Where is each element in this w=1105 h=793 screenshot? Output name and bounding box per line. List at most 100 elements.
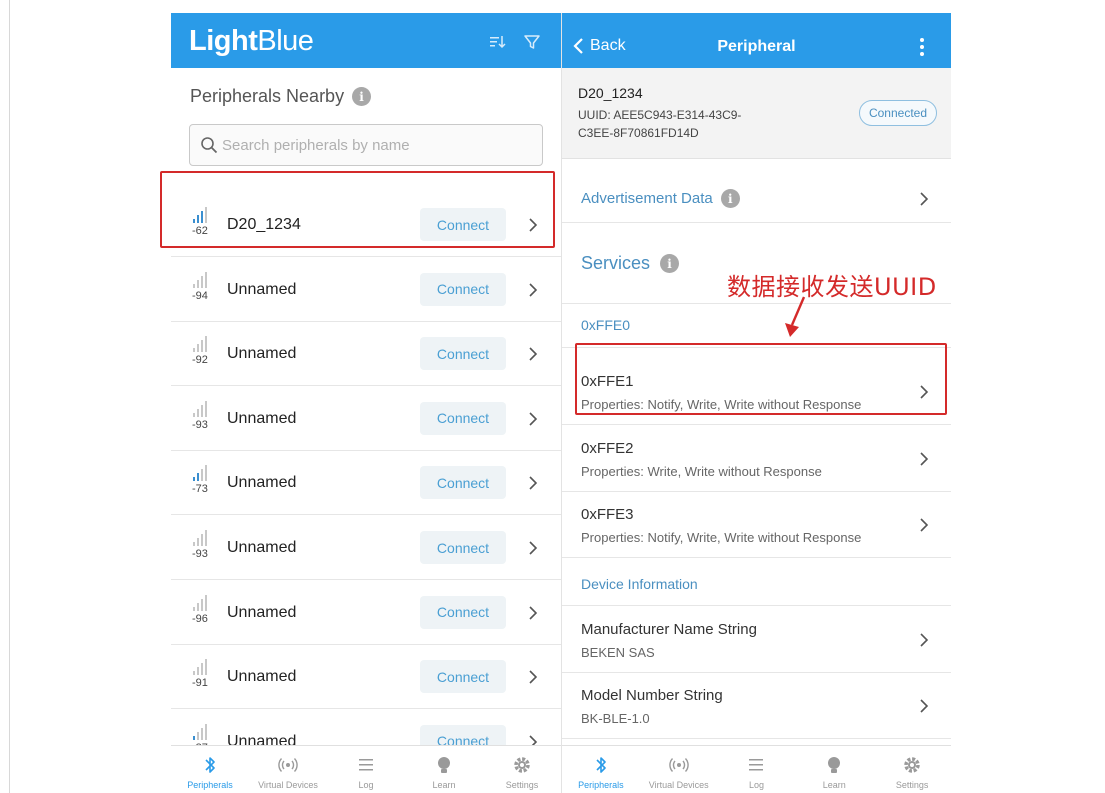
chevron-right-icon (529, 670, 538, 684)
virtual-device-icon (668, 758, 689, 772)
device-row[interactable]: -93 Unnamed Connect (171, 516, 561, 580)
screen-title: Peripheral (717, 38, 796, 55)
tab-label: Peripherals (578, 780, 624, 790)
tab-learn[interactable]: Learn (795, 746, 873, 793)
tab-bar-left: Peripherals Virtual Devices Log Learn Settin… (171, 745, 561, 793)
device-info-row[interactable]: Manufacturer Name String BEKEN SAS (562, 607, 951, 673)
device-row[interactable]: -92 Unnamed Connect (171, 322, 561, 387)
bluetooth-icon (205, 757, 215, 773)
tab-log[interactable]: Log (327, 746, 405, 793)
tab-label: Learn (432, 780, 456, 790)
device-name: Unnamed (227, 280, 297, 298)
list-icon (749, 759, 764, 771)
peripheral-top-bar: Back Peripheral (562, 13, 951, 68)
tab-peripherals[interactable]: Peripherals (562, 746, 640, 793)
info-name: Manufacturer Name String (581, 621, 757, 638)
section-title: Peripherals Nearby (190, 86, 345, 106)
search-input[interactable] (222, 136, 522, 154)
more-options-icon[interactable] (919, 37, 925, 57)
tab-log[interactable]: Log (718, 746, 796, 793)
highlight-box-characteristic (575, 343, 947, 415)
connect-button[interactable]: Connect (420, 660, 506, 694)
characteristic-uuid: 0xFFE2 (581, 439, 634, 457)
divider (562, 303, 951, 304)
characteristic-row[interactable]: 0xFFE2 Properties: Write, Write without R… (562, 426, 951, 492)
service-uuid-label: 0xFFE0 (581, 317, 631, 333)
tab-bar-right: Peripherals Virtual Devices Log Learn Settin… (562, 745, 951, 793)
signal-strength: -73 (192, 463, 210, 503)
connect-button[interactable]: Connect (420, 595, 506, 629)
device-row[interactable]: -91 Unnamed Connect (171, 645, 561, 710)
advertisement-data-row[interactable]: Advertisement Data i (562, 163, 951, 223)
device-name: Unnamed (227, 474, 297, 492)
rssi-value: -93 (192, 548, 208, 560)
peripherals-nearby-heading: Peripherals Nearby i (190, 86, 372, 107)
chevron-right-icon (920, 699, 929, 713)
device-row[interactable]: -73 Unnamed Connect (171, 451, 561, 516)
characteristic-properties: Properties: Notify, Write, Write without… (581, 530, 862, 546)
connect-button[interactable]: Connect (420, 466, 506, 500)
tab-peripherals[interactable]: Peripherals (171, 746, 249, 793)
sort-icon[interactable] (489, 33, 507, 51)
info-value: BEKEN SAS (581, 645, 655, 660)
signal-strength: -93 (192, 528, 210, 568)
connect-button[interactable]: Connect (420, 531, 506, 564)
device-name: Unnamed (227, 668, 297, 686)
connect-button[interactable]: Connect (420, 337, 506, 371)
tab-virtual-devices[interactable]: Virtual Devices (640, 746, 718, 793)
advertisement-label: Advertisement Data (581, 190, 713, 207)
chevron-right-icon (920, 518, 929, 532)
virtual-device-icon (278, 758, 298, 772)
signal-bars-icon (193, 723, 207, 740)
connect-button[interactable]: Connect (420, 401, 506, 435)
device-info-row[interactable]: Model Number String BK-BLE-1.0 (562, 673, 951, 739)
tab-label: Virtual Devices (648, 780, 709, 790)
chevron-right-icon (920, 192, 929, 206)
tab-label: Learn (822, 780, 846, 790)
search-box[interactable] (189, 124, 543, 166)
lightbulb-icon (828, 757, 841, 773)
peripherals-top-bar: LightBlue (171, 13, 561, 68)
chevron-right-icon (920, 633, 929, 647)
tab-settings[interactable]: Settings (873, 746, 951, 793)
rssi-value: -91 (192, 677, 208, 690)
info-icon[interactable]: i (352, 87, 372, 106)
chevron-right-icon (529, 347, 538, 361)
tab-label: Log (748, 780, 764, 790)
gear-icon (514, 757, 530, 773)
tab-settings[interactable]: Settings (483, 746, 561, 793)
signal-strength: -96 (192, 593, 210, 633)
device-row[interactable]: -94 Unnamed Connect (171, 258, 561, 322)
services-heading: Services i (581, 253, 680, 274)
filter-icon[interactable] (523, 33, 541, 51)
list-icon (359, 759, 373, 771)
rssi-value: -93 (192, 418, 208, 431)
info-icon[interactable]: i (720, 189, 740, 208)
peripherals-screen: LightBlue Peripherals Nearby i -62D20_12… (171, 13, 561, 793)
chevron-right-icon (920, 452, 929, 466)
info-name: Model Number String (581, 687, 723, 704)
tab-label: Virtual Devices (258, 780, 318, 790)
info-value: BK-BLE-1.0 (581, 711, 650, 726)
connect-button[interactable]: Connect (420, 272, 506, 306)
rssi-value: -96 (192, 612, 208, 625)
characteristic-row[interactable]: 0xFFE3 Properties: Notify, Write, Write w… (562, 492, 951, 559)
lightbulb-icon (438, 757, 450, 773)
device-name: Unnamed (227, 539, 297, 556)
annotation-label: 数据接收发送UUID (727, 273, 937, 301)
device-header: D20_1234 UUID: AEE5C943-E314-43C9- C3EE-… (562, 68, 951, 159)
signal-bars-icon (193, 271, 207, 288)
device-name: D20_1234 (578, 85, 643, 101)
device-row[interactable]: -93 Unnamed Connect (171, 387, 561, 451)
signal-strength: -91 (192, 657, 210, 697)
device-information-label: Device Information (581, 576, 698, 592)
page-edge-line (9, 0, 10, 793)
divider (562, 605, 951, 606)
device-row[interactable]: -96 Unnamed Connect (171, 581, 561, 645)
rssi-value: -94 (192, 289, 208, 302)
signal-bars-icon (193, 594, 207, 611)
tab-learn[interactable]: Learn (405, 746, 483, 793)
signal-bars-icon (193, 336, 207, 353)
tab-virtual-devices[interactable]: Virtual Devices (249, 746, 327, 793)
info-icon[interactable]: i (660, 254, 680, 273)
